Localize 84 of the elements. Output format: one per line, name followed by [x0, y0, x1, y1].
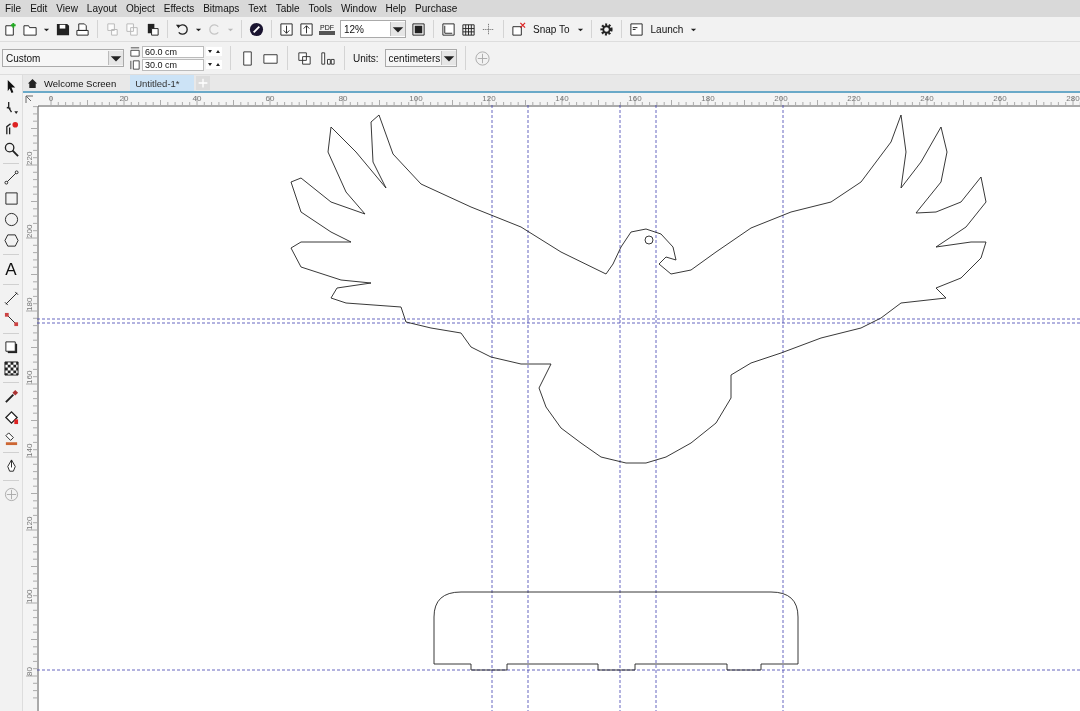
units-dropdown[interactable]: centimeters — [384, 49, 457, 67]
caret-icon[interactable] — [440, 51, 456, 65]
ruler-label: 160 — [628, 94, 642, 103]
caret-icon[interactable] — [108, 51, 123, 65]
menu-item[interactable]: Edit — [28, 3, 55, 14]
ruler-label: 120 — [25, 516, 34, 530]
ruler-label: 140 — [25, 443, 34, 457]
bleed-icon[interactable] — [319, 49, 336, 67]
caret-icon[interactable] — [390, 22, 405, 36]
spin-arrows-icon[interactable] — [206, 47, 222, 56]
units-label: Units: — [353, 52, 379, 64]
rectangle-icon[interactable] — [3, 191, 19, 206]
drop-shadow-icon[interactable] — [3, 340, 19, 355]
save-icon[interactable] — [55, 21, 70, 37]
window-icon[interactable] — [628, 21, 644, 37]
ruler-label: 20 — [119, 94, 129, 103]
page-width-icon — [130, 46, 140, 57]
import-icon[interactable] — [279, 21, 294, 37]
menu-item[interactable]: Tools — [306, 3, 339, 14]
grid-icon[interactable] — [461, 21, 476, 37]
snap-to-button[interactable]: Snap To — [531, 23, 572, 35]
hexagon-icon[interactable] — [3, 233, 19, 248]
paint-bucket-icon[interactable] — [3, 410, 19, 425]
menu-item[interactable]: View — [54, 3, 85, 14]
home-icon — [27, 77, 38, 89]
ruler-label: 100 — [409, 94, 423, 103]
spin-arrows-icon[interactable] — [206, 60, 222, 69]
ruler-label: 280 — [1066, 94, 1080, 103]
ruler-label: 220 — [847, 94, 861, 103]
guideline[interactable] — [37, 669, 1080, 671]
ruler-label: 260 — [993, 94, 1007, 103]
page-size-dropdown[interactable]: Custom — [2, 49, 124, 67]
ruler-label: 80 — [338, 94, 348, 103]
settings-icon[interactable] — [598, 21, 614, 37]
ruler-label: 200 — [774, 94, 788, 103]
menu-item[interactable]: Table — [273, 3, 307, 14]
ruler-label: 180 — [701, 94, 715, 103]
menu-item[interactable]: Object — [123, 3, 162, 14]
menu-item[interactable]: Bitmaps — [201, 3, 247, 14]
page-width-field[interactable]: 60.0 cm — [142, 45, 204, 58]
connector-icon[interactable] — [3, 312, 19, 327]
ruler-label: 80 — [25, 667, 34, 676]
ruler-label: 180 — [25, 297, 34, 311]
zoom-level-field[interactable]: 12% — [340, 20, 406, 38]
ruler-label: 60 — [265, 94, 275, 103]
menu-item[interactable]: Text — [246, 3, 274, 14]
ruler-label: 140 — [555, 94, 569, 103]
all-pages-icon[interactable] — [296, 49, 313, 67]
print-icon[interactable] — [75, 21, 90, 37]
line-tool-icon[interactable] — [3, 170, 19, 185]
ruler-label: 160 — [25, 370, 34, 384]
eraser-fill-icon[interactable] — [3, 431, 19, 446]
menu-item[interactable]: Effects — [161, 3, 202, 14]
ruler-label: 100 — [25, 589, 34, 603]
ruler-label: 40 — [192, 94, 202, 103]
zoom-icon[interactable] — [3, 142, 19, 157]
export-icon[interactable] — [299, 21, 314, 37]
launch-button[interactable]: Launch — [648, 23, 686, 35]
document-tab[interactable]: Untitled-1* — [130, 75, 194, 91]
dimension-line-icon[interactable] — [3, 291, 19, 306]
ruler-label: 0 — [48, 94, 54, 103]
page-height-field[interactable]: 30.0 cm — [142, 58, 204, 71]
full-screen-icon[interactable] — [411, 21, 426, 37]
menu-item[interactable]: Purchase — [413, 3, 465, 14]
menu-item[interactable]: Window — [338, 3, 384, 14]
ruler-label: 220 — [25, 151, 34, 165]
undo-icon[interactable] — [175, 21, 190, 37]
ruler-label: 200 — [25, 224, 34, 238]
new-document-icon[interactable] — [3, 21, 18, 37]
menu-item[interactable]: Help — [383, 3, 414, 14]
eyedropper-icon[interactable] — [3, 389, 19, 404]
checkerboard-icon[interactable] — [3, 361, 19, 376]
snap-off-icon[interactable] — [511, 21, 526, 37]
stand-base-outline[interactable] — [433, 591, 799, 671]
text-tool-button[interactable]: A — [5, 261, 17, 278]
ruler-label: 240 — [920, 94, 934, 103]
ruler-label: 120 — [482, 94, 496, 103]
paste-icon[interactable] — [145, 21, 160, 37]
page-height-icon — [130, 59, 140, 70]
rulers-icon[interactable] — [441, 21, 456, 37]
ellipse-icon[interactable] — [3, 212, 19, 227]
menu-item[interactable]: File — [3, 3, 29, 14]
guidelines-icon[interactable] — [481, 21, 496, 37]
menu-item[interactable]: Layout — [84, 3, 124, 14]
